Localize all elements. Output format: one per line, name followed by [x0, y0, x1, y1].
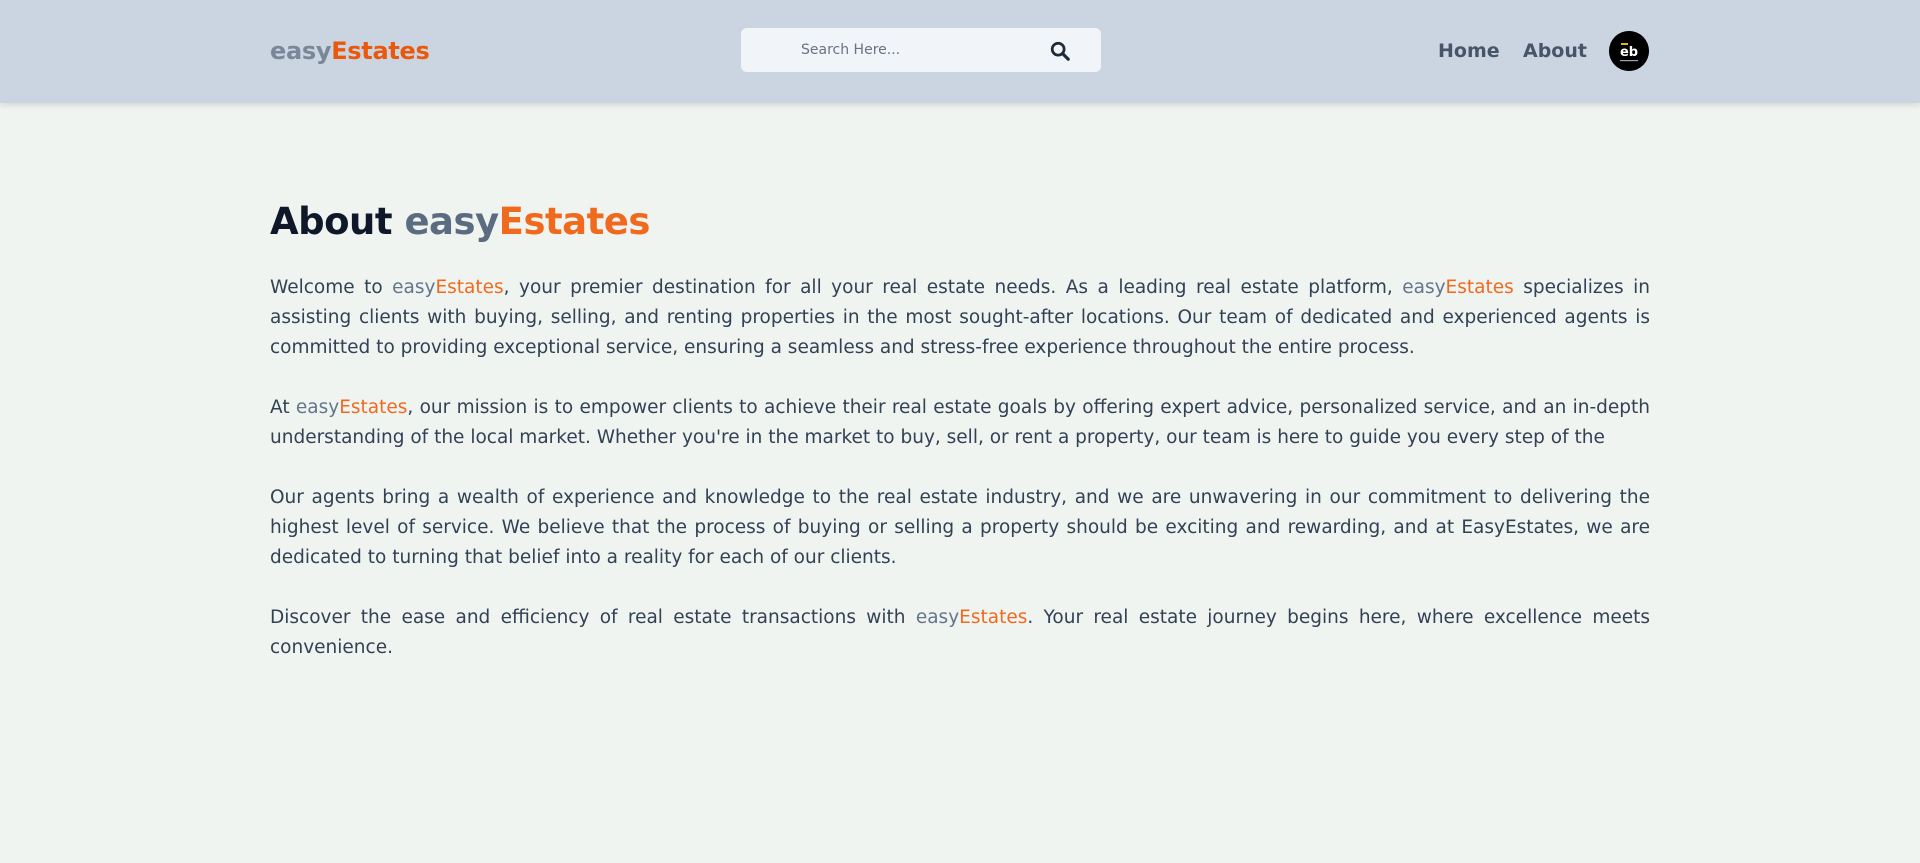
avatar[interactable]: eb [1609, 31, 1649, 71]
site-header: easyEstates Home About eb [0, 0, 1920, 103]
closing-paragraph: Discover the ease and efficiency of real… [270, 603, 1650, 663]
p1-text-a: Welcome to [270, 277, 393, 298]
p3-text-a: Our agents bring a wealth of experience … [270, 487, 1650, 568]
page-title: About easyEstates [270, 200, 1650, 243]
search-icon[interactable] [1049, 40, 1071, 62]
avatar-logo-icon: eb [1609, 31, 1649, 71]
brand-suffix: Estates [435, 277, 504, 298]
brand-prefix: easy [915, 607, 960, 628]
search-input[interactable] [757, 28, 1047, 72]
brand-prefix: easy [1402, 277, 1446, 298]
title-brand-prefix: easy [404, 200, 499, 243]
title-lead: About [270, 200, 405, 243]
about-section: About easyEstates Welcome to easyEstates… [270, 200, 1650, 693]
p4-text-a: Discover the ease and efficiency of real… [270, 607, 916, 628]
nav-home-link[interactable]: Home [1438, 40, 1500, 62]
site-logo[interactable]: easyEstates [270, 37, 430, 65]
agents-paragraph: Our agents bring a wealth of experience … [270, 483, 1650, 573]
nav-about-link[interactable]: About [1523, 40, 1587, 62]
logo-prefix: easy [270, 37, 332, 65]
brand-prefix: easy [295, 397, 340, 418]
mission-paragraph: At easyEstates, our mission is to empowe… [270, 393, 1650, 453]
brand-prefix: easy [392, 277, 436, 298]
search-form [741, 28, 1101, 72]
brand-suffix: Estates [959, 607, 1028, 628]
brand-suffix: Estates [1445, 277, 1514, 298]
p2-text-b: , our mission is to empower clients to a… [270, 397, 1651, 448]
p1-text-b: , your premier destination for all your … [503, 277, 1403, 298]
avatar-label: eb [1620, 45, 1638, 60]
title-brand-suffix: Estates [498, 200, 651, 243]
logo-suffix: Estates [331, 37, 430, 65]
intro-paragraph: Welcome to easyEstates, your premier des… [270, 273, 1650, 363]
p2-text-a: At [270, 397, 296, 418]
brand-suffix: Estates [339, 397, 408, 418]
